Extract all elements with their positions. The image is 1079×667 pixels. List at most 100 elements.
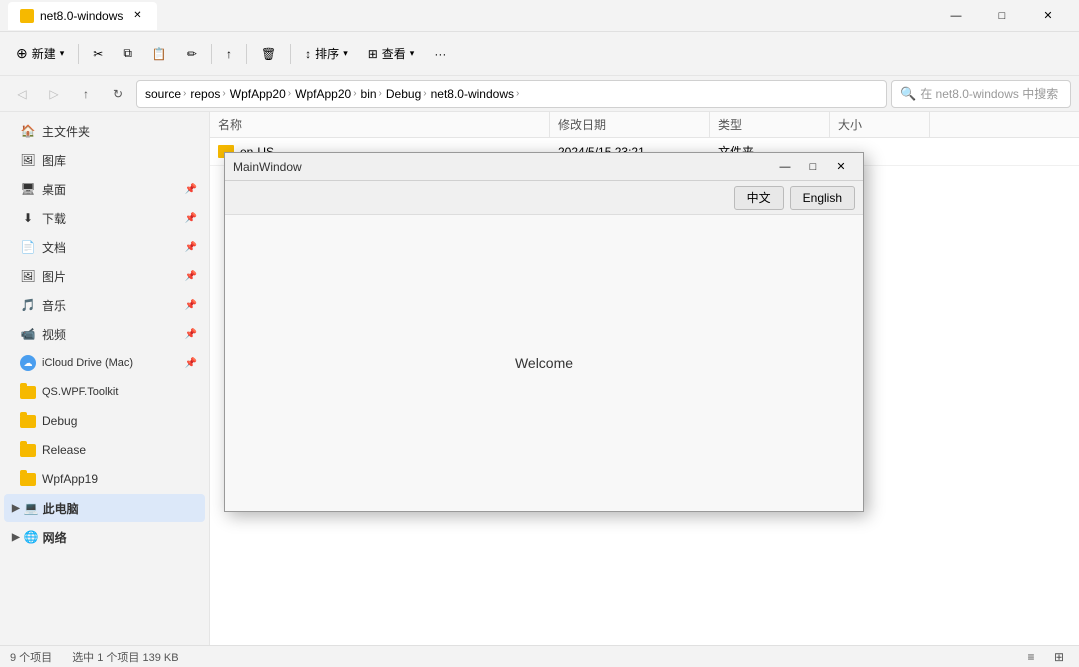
sidebar-item-release[interactable]: Release <box>4 436 205 464</box>
path-segment-2: repos › <box>190 87 225 101</box>
wpf-maximize-button[interactable]: □ <box>799 157 827 177</box>
header-type[interactable]: 类型 <box>710 112 830 137</box>
welcome-text: Welcome <box>515 355 573 371</box>
header-name[interactable]: 名称 <box>210 112 550 137</box>
new-button[interactable]: ⊕ 新建 ▾ <box>8 38 72 70</box>
up-button[interactable]: ↑ <box>72 80 100 108</box>
wpf-minimize-button[interactable]: — <box>771 157 799 177</box>
tab-item[interactable]: net8.0-windows ✕ <box>8 2 157 30</box>
share-button[interactable]: ↑ <box>218 38 240 70</box>
close-button[interactable]: ✕ <box>1025 0 1071 32</box>
sidebar-item-documents[interactable]: 📄 文档 📌 <box>4 233 205 261</box>
list-view-button[interactable]: ≡ <box>1021 649 1041 665</box>
minimize-button[interactable]: — <box>933 0 979 32</box>
downloads-icon: ⬇ <box>20 210 36 226</box>
wpf-toolbar: 中文 English <box>225 181 863 215</box>
view-label: 查看 <box>382 45 406 62</box>
path-label-7: net8.0-windows <box>431 87 514 101</box>
home-icon: 🏠 <box>20 123 36 139</box>
search-placeholder: 在 net8.0-windows 中搜索 <box>920 85 1058 102</box>
sidebar-item-music[interactable]: 🎵 音乐 📌 <box>4 291 205 319</box>
sort-dropdown-icon: ▾ <box>343 48 348 59</box>
header-date-label: 修改日期 <box>558 116 606 133</box>
paste-button[interactable]: 📋 <box>144 38 175 70</box>
pin-icon-videos: 📌 <box>185 329 197 340</box>
header-type-label: 类型 <box>718 116 742 133</box>
sidebar-item-qs-wpf[interactable]: QS.WPF.Toolkit <box>4 378 205 406</box>
sidebar-item-gallery[interactable]: 🖼 图库 <box>4 146 205 174</box>
sidebar-item-home[interactable]: 🏠 主文件夹 <box>4 117 205 145</box>
forward-button[interactable]: ▷ <box>40 80 68 108</box>
header-size-label: 大小 <box>838 116 862 133</box>
search-icon: 🔍 <box>900 86 916 102</box>
sidebar-item-videos[interactable]: 📹 视频 📌 <box>4 320 205 348</box>
toolbar-separator-4 <box>290 44 291 64</box>
cut-button[interactable]: ✂ <box>85 38 111 70</box>
maximize-button[interactable]: □ <box>979 0 1025 32</box>
copy-button[interactable]: ⧉ <box>115 38 140 70</box>
grid-view-button[interactable]: ⊞ <box>1049 649 1069 665</box>
tab-folder-icon <box>20 9 34 23</box>
rename-icon: ✏ <box>187 47 197 61</box>
copy-icon: ⧉ <box>123 46 132 61</box>
home-label: 主文件夹 <box>42 123 90 140</box>
desktop-label: 桌面 <box>42 181 66 198</box>
delete-button[interactable]: 🗑 <box>253 38 284 70</box>
path-sep-1: › <box>183 88 186 99</box>
rename-button[interactable]: ✏ <box>179 38 205 70</box>
header-name-label: 名称 <box>218 116 242 133</box>
status-bar: 9 个项目 选中 1 个项目 139 KB ≡ ⊞ <box>0 645 1079 667</box>
pin-icon-downloads: 📌 <box>185 213 197 224</box>
refresh-button[interactable]: ↻ <box>104 80 132 108</box>
header-date[interactable]: 修改日期 <box>550 112 710 137</box>
paste-icon: 📋 <box>152 47 167 61</box>
wpf-window-title: MainWindow <box>233 160 771 174</box>
path-sep-5: › <box>379 88 382 99</box>
path-label-5: bin <box>361 87 377 101</box>
wpf-close-button[interactable]: ✕ <box>827 157 855 177</box>
path-sep-4: › <box>353 88 356 99</box>
header-size[interactable]: 大小 <box>830 112 930 137</box>
sidebar: 🏠 主文件夹 🖼 图库 🖥 桌面 📌 ⬇ 下载 📌 📄 文档 📌 <box>0 112 210 645</box>
address-path[interactable]: source › repos › WpfApp20 › WpfApp20 › b… <box>136 80 887 108</box>
sidebar-this-pc[interactable]: ▶ 💻 此电脑 <box>4 494 205 522</box>
sidebar-item-wpfapp19[interactable]: WpfApp19 <box>4 465 205 493</box>
view-icon: ⊞ <box>368 47 378 61</box>
documents-label: 文档 <box>42 239 66 256</box>
pin-icon-music: 📌 <box>185 300 197 311</box>
lang-zh-button[interactable]: 中文 <box>734 186 784 210</box>
sidebar-network[interactable]: ▶ 🌐 网络 <box>4 523 205 551</box>
lang-en-button[interactable]: English <box>790 186 855 210</box>
pin-icon-documents: 📌 <box>185 242 197 253</box>
more-button[interactable]: ··· <box>426 38 454 70</box>
title-bar: net8.0-windows ✕ — □ ✕ <box>0 0 1079 32</box>
back-button[interactable]: ◁ <box>8 80 36 108</box>
item-count: 9 个项目 <box>10 649 52 665</box>
share-icon: ↑ <box>226 47 232 61</box>
wpf-body: 中文 English Welcome <box>225 181 863 511</box>
network-label: 网络 <box>43 529 67 546</box>
path-sep-2: › <box>222 88 225 99</box>
toolbar-separator-1 <box>78 44 79 64</box>
sidebar-item-desktop[interactable]: 🖥 桌面 📌 <box>4 175 205 203</box>
sidebar-item-downloads[interactable]: ⬇ 下载 📌 <box>4 204 205 232</box>
icloud-icon: ☁ <box>20 355 36 371</box>
delete-icon: 🗑 <box>261 47 276 61</box>
tab-close-button[interactable]: ✕ <box>129 8 145 24</box>
this-pc-expand-icon: ▶ <box>12 503 20 514</box>
new-dropdown-icon: ▾ <box>60 48 65 59</box>
view-button[interactable]: ⊞ 查看 ▾ <box>360 38 423 70</box>
new-icon: ⊕ <box>16 45 28 62</box>
sidebar-item-pictures[interactable]: 🖼 图片 📌 <box>4 262 205 290</box>
pin-icon-pictures: 📌 <box>185 271 197 282</box>
path-segment-3: WpfApp20 › <box>230 87 291 101</box>
sidebar-item-icloud[interactable]: ☁ iCloud Drive (Mac) 📌 <box>4 349 205 377</box>
search-box[interactable]: 🔍 在 net8.0-windows 中搜索 <box>891 80 1071 108</box>
path-label-6: Debug <box>386 87 421 101</box>
music-icon: 🎵 <box>20 297 36 313</box>
path-label-2: repos <box>190 87 220 101</box>
toolbar-separator-3 <box>246 44 247 64</box>
sidebar-item-debug[interactable]: Debug <box>4 407 205 435</box>
sort-button[interactable]: ↕ 排序 ▾ <box>297 38 356 70</box>
path-label-1: source <box>145 87 181 101</box>
